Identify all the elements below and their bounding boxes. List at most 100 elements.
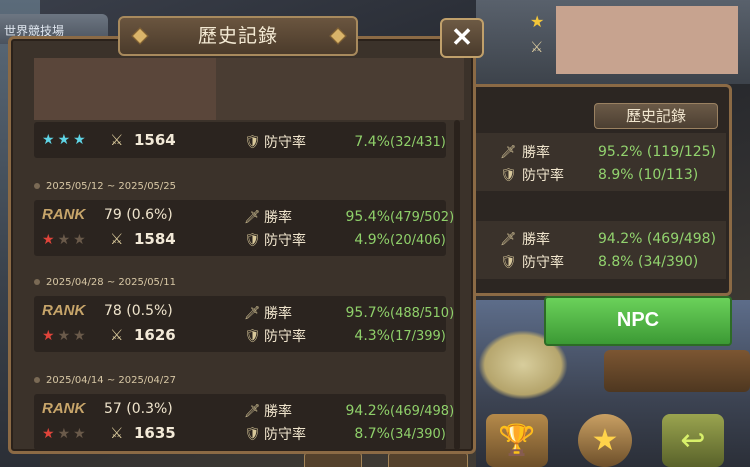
redacted-area xyxy=(34,58,216,120)
history-entry: RANK 78 (0.5%) ★★★ ⚔ 1626 🗡 勝率 95.7% (48… xyxy=(34,296,454,352)
win-rate-label: 勝率 xyxy=(264,404,292,420)
shield-icon: 🛡 xyxy=(244,328,261,344)
star-icon: ★ xyxy=(42,232,58,248)
crossed-swords-icon: ⚔ xyxy=(110,230,124,248)
bottom-tab[interactable] xyxy=(304,452,362,467)
rank-value: 78 (0.5%) xyxy=(104,303,173,319)
season-date-text: 2025/05/12 ~ 2025/05/25 xyxy=(46,180,177,192)
defense-rate-label: 防守率 xyxy=(264,135,306,151)
defense-rate-percent: 4.3% xyxy=(354,328,390,344)
star-icon: ★ xyxy=(57,426,74,442)
history-entry: RANK 79 (0.6%) ★★★ ⚔ 1584 🗡 勝率 95.4% (47… xyxy=(34,200,454,256)
score: 1635 xyxy=(134,424,176,442)
bullet-icon xyxy=(34,279,40,285)
win-rate-fraction: (479/502) xyxy=(390,209,455,225)
rank-tag: RANK xyxy=(42,206,86,223)
close-button[interactable]: ✕ xyxy=(440,18,484,58)
sword-icon: 🗡 xyxy=(500,144,517,160)
shield-icon: 🛡 xyxy=(500,167,517,183)
history-button[interactable]: 歷史記錄 xyxy=(594,103,718,129)
tier-stars: ★★★ xyxy=(42,328,89,344)
win-rate-fraction: (488/510) xyxy=(390,305,455,321)
crossed-swords-icon: ⚔ xyxy=(530,38,544,56)
defense-rate-percent: 4.9% xyxy=(354,232,390,248)
close-icon: ✕ xyxy=(451,22,473,52)
defense-rate-fraction: (34/390) xyxy=(390,426,446,442)
star-icon: ★ xyxy=(42,328,58,344)
win-rate-row: 🗡 勝率 94.2% (469/498) xyxy=(500,228,716,250)
defense-rate-label: 防守率 xyxy=(522,168,564,184)
star-icon[interactable]: ★ xyxy=(578,414,632,467)
defense-rate-row: 🛡 防守率 8.9% (10/113) xyxy=(500,164,698,186)
header-area xyxy=(216,58,464,120)
crossed-swords-icon: ⚔ xyxy=(110,326,124,344)
star-icon: ★ xyxy=(42,426,58,442)
npc-button[interactable]: NPC xyxy=(544,296,732,346)
star-icon: ★ xyxy=(73,426,89,442)
win-rate-row: 🗡 勝率 94.2% (469/498) xyxy=(244,400,454,422)
defense-rate-row: 🛡 防守率 7.4% (32/431) xyxy=(244,131,446,153)
defense-rate-row: 🛡 防守率 4.3% (17/399) xyxy=(244,325,446,347)
win-rate-fraction: (469/498) xyxy=(390,403,455,419)
score: 1564 xyxy=(134,131,176,149)
defense-rate-value: 8.8% (34/390) xyxy=(598,254,699,270)
redacted-area xyxy=(556,6,738,74)
win-rate-row: 🗡 勝率 95.7% (488/510) xyxy=(244,302,454,324)
star-icon: ★ xyxy=(530,12,545,31)
win-rate-percent: 94.2% xyxy=(345,403,390,419)
right-stats-block: 🗡 勝率 94.2% (469/498) 🛡 防守率 8.8% (34/390) xyxy=(474,221,726,279)
win-rate-row: 🗡 勝率 95.2% (119/125) xyxy=(500,141,716,163)
defense-rate-value: 8.9% (10/113) xyxy=(598,167,699,183)
win-rate-percent: 95.7% xyxy=(345,305,390,321)
score: 1626 xyxy=(134,326,176,344)
score: 1584 xyxy=(134,230,176,248)
win-rate-label: 勝率 xyxy=(522,232,550,248)
defense-rate-fraction: (20/406) xyxy=(390,232,446,248)
sword-icon: 🗡 xyxy=(244,209,261,225)
defense-rate-percent: 7.4% xyxy=(354,134,390,150)
win-rate-row: 🗡 勝率 95.4% (479/502) xyxy=(244,206,454,228)
bullet-icon xyxy=(34,183,40,189)
shield-icon: 🛡 xyxy=(244,232,261,248)
win-rate-value: 94.2% (469/498) xyxy=(598,231,717,247)
right-stats-block: 🗡 勝率 95.2% (119/125) 🛡 防守率 8.9% (10/113) xyxy=(474,133,726,191)
shield-icon: 🛡 xyxy=(244,426,261,442)
defense-rate-row: 🛡 防守率 4.9% (20/406) xyxy=(244,229,446,251)
defense-rate-label: 防守率 xyxy=(264,329,306,345)
season-date: 2025/04/14 ~ 2025/04/27 xyxy=(34,372,176,388)
rank-tag: RANK xyxy=(42,400,86,417)
star-icon: ★ xyxy=(57,132,74,148)
tier-stars: ★★★ xyxy=(42,232,89,248)
back-arrow-icon[interactable]: ↩ xyxy=(662,414,724,467)
defense-rate-row: 🛡 防守率 8.7% (34/390) xyxy=(244,423,446,445)
season-date-text: 2025/04/14 ~ 2025/04/27 xyxy=(46,374,177,386)
rank-value: 57 (0.3%) xyxy=(104,401,173,417)
star-icon: ★ xyxy=(42,132,58,148)
shield-icon: 🛡 xyxy=(500,254,517,270)
sword-icon: 🗡 xyxy=(244,403,261,419)
defense-rate-label: 防守率 xyxy=(522,255,564,271)
star-icon: ★ xyxy=(73,132,89,148)
history-entry: ★★★ ⚔ 1564 🛡 防守率 7.4% (32/431) xyxy=(34,122,446,158)
defense-rate-fraction: (17/399) xyxy=(390,328,446,344)
win-rate-label: 勝率 xyxy=(522,145,550,161)
crossed-swords-icon: ⚔ xyxy=(110,424,124,442)
star-icon: ★ xyxy=(57,328,74,344)
dialog-title: 歷史記錄 xyxy=(118,16,358,56)
season-date: 2025/05/12 ~ 2025/05/25 xyxy=(34,178,176,194)
rank-value: 79 (0.6%) xyxy=(104,207,173,223)
win-rate-value: 95.2% (119/125) xyxy=(598,144,717,160)
tier-stars: ★★★ xyxy=(42,426,89,442)
bullet-icon xyxy=(34,377,40,383)
win-rate-percent: 95.4% xyxy=(345,209,390,225)
shield-icon: 🛡 xyxy=(244,134,261,150)
defense-rate-fraction: (32/431) xyxy=(390,134,446,150)
right-stats-panel: 歷史記錄 🗡 勝率 95.2% (119/125) 🛡 防守率 8.9% (10… xyxy=(474,84,732,296)
bottom-tab[interactable] xyxy=(388,452,468,467)
scrollbar[interactable] xyxy=(454,120,460,450)
background-bench xyxy=(604,350,750,392)
trophy-icon[interactable]: 🏆 xyxy=(486,414,548,467)
crossed-swords-icon: ⚔ xyxy=(110,131,124,149)
tier-stars: ★★★ xyxy=(42,132,89,148)
defense-rate-row: 🛡 防守率 8.8% (34/390) xyxy=(500,251,698,273)
